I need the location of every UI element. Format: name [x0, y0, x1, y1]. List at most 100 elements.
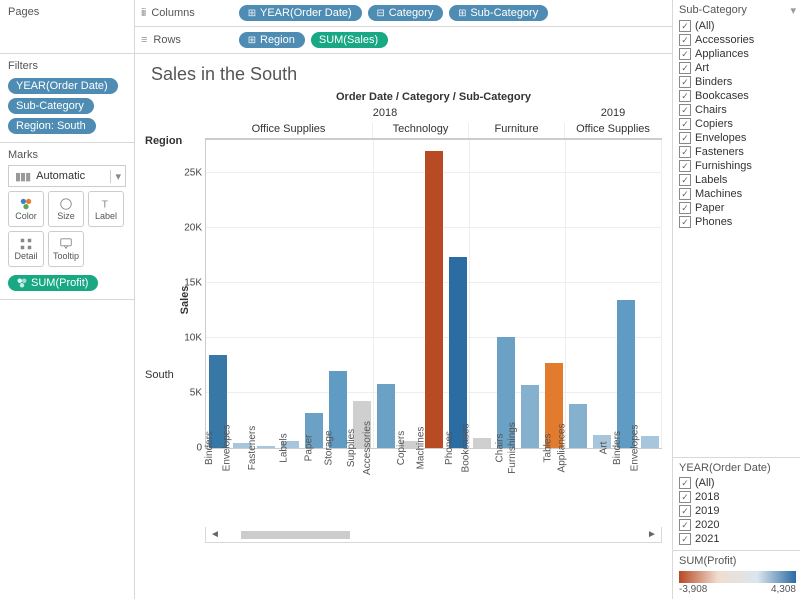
mark-pill-profit[interactable]: SUM(Profit) [8, 275, 98, 291]
bar[interactable] [569, 404, 587, 448]
bar-column[interactable]: Envelopes [638, 140, 662, 448]
checkbox-item[interactable]: ✓(All) [679, 19, 796, 33]
bar[interactable] [641, 436, 659, 448]
check-icon: ✓ [679, 132, 691, 144]
filter-pill[interactable]: Region: South [8, 118, 96, 134]
bar-column[interactable]: Labels [278, 140, 302, 448]
bar-column[interactable]: Art [590, 140, 614, 448]
checkbox-item[interactable]: ✓Bookcases [679, 89, 796, 103]
x-tick-label: Bookcases [458, 424, 472, 473]
checkbox-item[interactable]: ✓Machines [679, 187, 796, 201]
shelf-pill[interactable]: ⊞YEAR(Order Date) [239, 5, 362, 21]
bar-column[interactable]: Furnishings [518, 140, 542, 448]
scroll-right-icon[interactable]: ► [643, 529, 661, 540]
color-legend-gradient [679, 571, 796, 583]
checkbox-item[interactable]: ✓Binders [679, 75, 796, 89]
y-axis-label: Sales [179, 286, 191, 315]
x-tick-label: Envelopes [219, 425, 233, 472]
category-header: Technology [373, 123, 469, 138]
rows-shelf[interactable]: ≡Rows ⊞RegionSUM(Sales) [135, 27, 672, 54]
check-icon: ✓ [679, 519, 691, 531]
bar-column[interactable]: Bookcases [470, 140, 494, 448]
checkbox-item[interactable]: ✓(All) [679, 476, 796, 490]
checkbox-item[interactable]: ✓2019 [679, 504, 796, 518]
bar-column[interactable]: Binders [614, 140, 638, 448]
mark-detail-button[interactable]: Detail [8, 231, 44, 267]
check-icon: ✓ [679, 202, 691, 214]
bar-column[interactable]: Fasteners [254, 140, 278, 448]
x-tick-label: Tables [539, 434, 553, 463]
checkbox-item[interactable]: ✓Fasteners [679, 145, 796, 159]
year-header: 2018 [205, 107, 565, 123]
bar-column[interactable]: Accessories [374, 140, 398, 448]
columns-shelf[interactable]: iiiColumns ⊞YEAR(Order Date)⊟Category⊞Su… [135, 0, 672, 27]
filters-title: Filters [8, 60, 126, 72]
checkbox-item[interactable]: ✓2021 [679, 532, 796, 546]
shelf-pill[interactable]: ⊟Category [368, 5, 444, 21]
checkbox-item[interactable]: ✓2020 [679, 518, 796, 532]
bar[interactable] [425, 151, 443, 448]
scroll-left-icon[interactable]: ◄ [206, 529, 224, 540]
mark-tooltip-button[interactable]: Tooltip [48, 231, 84, 267]
checkbox-item[interactable]: ✓Art [679, 61, 796, 75]
marks-card: Marks ▮▮▮ Automatic Color Size T Label [0, 143, 134, 300]
x-tick-label: Paper [301, 435, 315, 462]
scroll-thumb[interactable] [241, 531, 350, 539]
bar-column[interactable]: Copiers [398, 140, 422, 448]
bar-column[interactable]: Supplies [350, 140, 374, 448]
h-scrollbar[interactable]: ◄ ► [205, 527, 662, 543]
shelf-pill[interactable]: ⊞Region [239, 32, 305, 48]
check-icon: ✓ [679, 174, 691, 186]
x-tick-label: Binders [609, 431, 623, 465]
x-tick-label: Supplies [342, 429, 356, 467]
filters-card: Filters YEAR(Order Date) Sub-Category Regi… [0, 54, 134, 143]
mark-type-select[interactable]: ▮▮▮ Automatic [8, 165, 126, 187]
bar-column[interactable]: Tables [542, 140, 566, 448]
x-tick-label: Accessories [359, 421, 373, 475]
checkbox-item[interactable]: ✓Labels [679, 173, 796, 187]
bar[interactable] [257, 446, 275, 448]
bar-column[interactable]: Appliances [566, 140, 590, 448]
bar-column[interactable]: Chairs [494, 140, 518, 448]
filter-pill[interactable]: YEAR(Order Date) [8, 78, 118, 94]
bar[interactable] [449, 257, 467, 448]
check-icon: ✓ [679, 62, 691, 74]
mark-color-button[interactable]: Color [8, 191, 44, 227]
checkbox-item[interactable]: ✓Furnishings [679, 159, 796, 173]
checkbox-item[interactable]: ✓Envelopes [679, 131, 796, 145]
checkbox-item[interactable]: ✓2018 [679, 490, 796, 504]
shelf-pill[interactable]: ⊞Sub-Category [449, 5, 548, 21]
chart-plot[interactable]: Order Date / Category / Sub-Category 201… [205, 91, 662, 599]
x-tick-label: Phones [441, 431, 455, 465]
viz-title: Sales in the South [151, 64, 662, 85]
bar[interactable] [473, 438, 491, 448]
bar-column[interactable]: Paper [302, 140, 326, 448]
filter-pill[interactable]: Sub-Category [8, 98, 94, 114]
checkbox-item[interactable]: ✓Paper [679, 201, 796, 215]
right-panel: Sub-Category▾ ✓(All)✓Accessories✓Applian… [672, 0, 800, 599]
checkbox-item[interactable]: ✓Chairs [679, 103, 796, 117]
check-icon: ✓ [679, 48, 691, 60]
bar-column[interactable]: Envelopes [230, 140, 254, 448]
pages-card: Pages [0, 0, 134, 54]
bar-column[interactable]: Phones [446, 140, 470, 448]
checkbox-item[interactable]: ✓Copiers [679, 117, 796, 131]
x-tick-label: Storage [320, 430, 334, 465]
mark-label-button[interactable]: T Label [88, 191, 124, 227]
checkbox-item[interactable]: ✓Phones [679, 215, 796, 229]
check-icon: ✓ [679, 160, 691, 172]
bar-column[interactable]: Storage [326, 140, 350, 448]
checkbox-item[interactable]: ✓Appliances [679, 47, 796, 61]
center-panel: iiiColumns ⊞YEAR(Order Date)⊟Category⊞Su… [135, 0, 672, 599]
check-icon: ✓ [679, 533, 691, 545]
check-icon: ✓ [679, 188, 691, 200]
bar-column[interactable]: Machines [422, 140, 446, 448]
bar[interactable] [521, 385, 539, 448]
mark-size-button[interactable]: Size [48, 191, 84, 227]
check-icon: ✓ [679, 104, 691, 116]
gear-icon[interactable]: ▾ [790, 4, 796, 17]
bar-column[interactable]: Binders [206, 140, 230, 448]
x-tick-label: Furnishings [504, 422, 518, 474]
checkbox-item[interactable]: ✓Accessories [679, 33, 796, 47]
shelf-pill[interactable]: SUM(Sales) [311, 32, 388, 48]
